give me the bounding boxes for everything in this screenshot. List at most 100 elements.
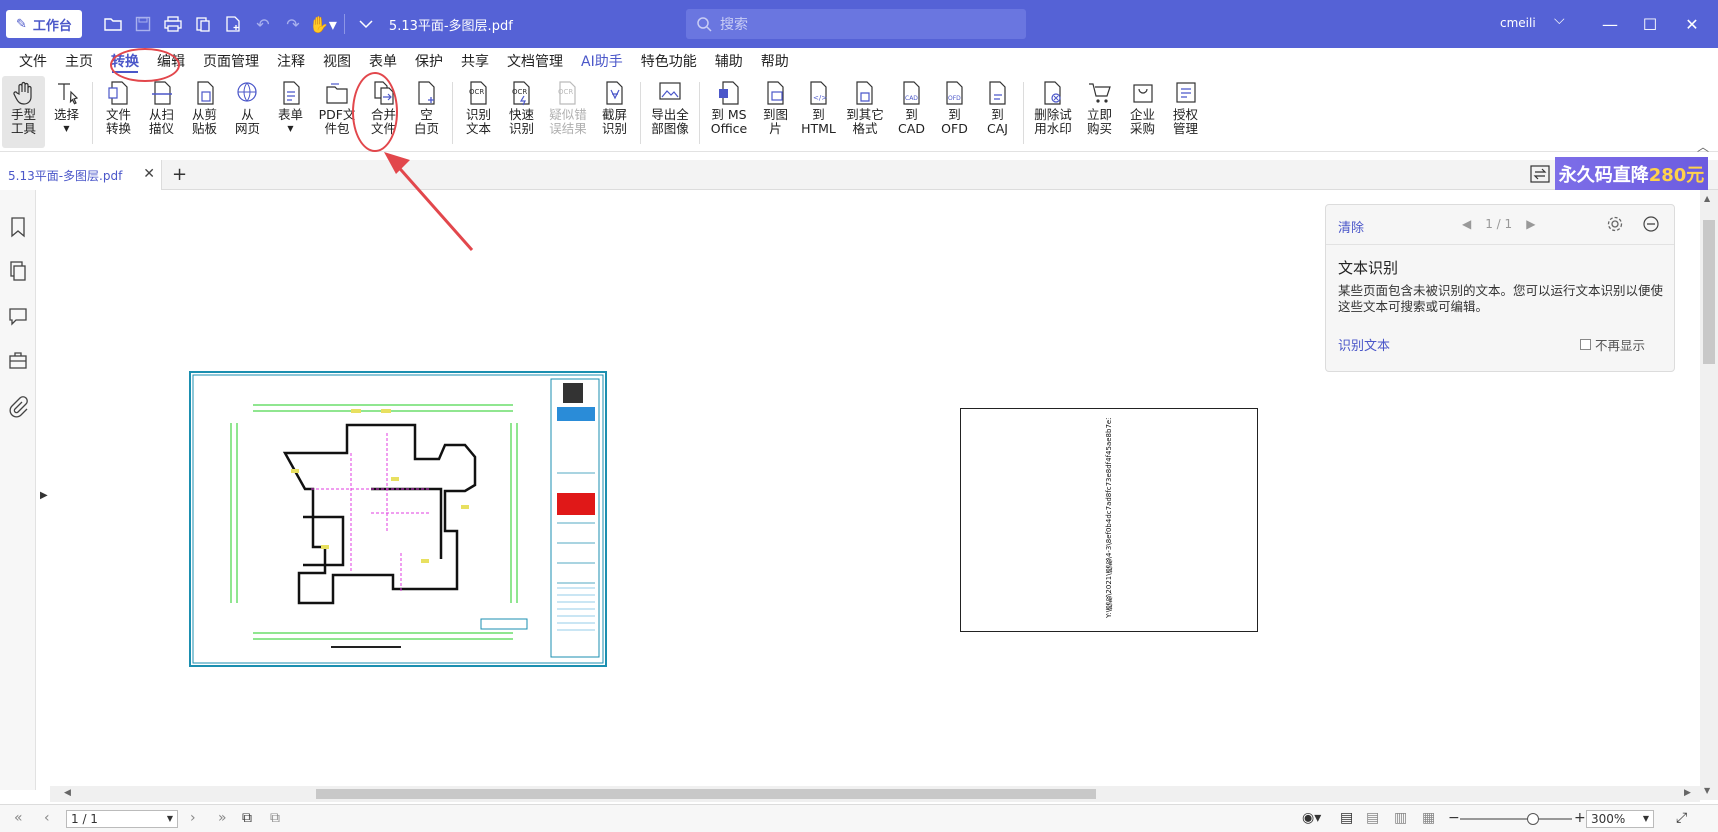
menu-file[interactable]: 文件: [10, 48, 56, 76]
print-icon[interactable]: [158, 0, 188, 48]
suspect-errors-button[interactable]: OCR 疑似错 误结果: [543, 76, 593, 148]
zoom-slider-handle[interactable]: [1527, 813, 1539, 825]
horizontal-scrollbar[interactable]: ◀ ▶: [50, 786, 1700, 802]
to-ms-office-button[interactable]: 到 MS Office: [704, 76, 754, 148]
gear-icon[interactable]: [1606, 215, 1624, 233]
toolbox-icon[interactable]: [8, 350, 28, 372]
dont-show-again-label: 不再显示: [1595, 338, 1646, 353]
continuous-layout-icon[interactable]: ▤: [1366, 810, 1379, 826]
scroll-down-icon[interactable]: ▼: [1704, 786, 1710, 795]
minimize-button[interactable]: —: [1590, 8, 1630, 40]
collapse-ribbon-icon[interactable]: ︿: [1697, 138, 1709, 155]
zoom-level-input[interactable]: 300% ▼: [1586, 810, 1654, 828]
prev-result-icon[interactable]: ◀: [1462, 217, 1471, 231]
page-number-input[interactable]: 1 / 1 ▼: [66, 810, 178, 828]
menu-ai-assistant[interactable]: AI助手: [572, 48, 632, 76]
next-page-icon[interactable]: ›: [190, 810, 196, 826]
horizontal-scroll-thumb[interactable]: [316, 789, 1096, 799]
from-clipboard-button[interactable]: 从剪 贴板: [183, 76, 226, 148]
attachment-icon[interactable]: [8, 396, 28, 418]
facing-continuous-layout-icon[interactable]: ▦: [1422, 810, 1435, 826]
promo-banner[interactable]: 永久码直降 280元: [1555, 157, 1708, 190]
single-page-layout-icon[interactable]: ▤: [1340, 810, 1353, 826]
hand-dropdown-icon[interactable]: ✋▾: [308, 0, 338, 48]
single-page-view-icon[interactable]: ⧉: [242, 810, 252, 826]
collapse-panel-icon[interactable]: [1642, 215, 1660, 233]
dont-show-again-checkbox[interactable]: 不再显示: [1580, 335, 1645, 354]
quick-ocr-button[interactable]: OCR 快速 识别: [500, 76, 543, 148]
continuous-view-icon[interactable]: ⧉: [270, 810, 280, 826]
to-image-button[interactable]: 到图 片: [754, 76, 797, 148]
prev-page-icon[interactable]: ‹: [44, 810, 50, 826]
menu-form[interactable]: 表单: [360, 48, 406, 76]
user-name[interactable]: cmeili: [1500, 16, 1536, 30]
to-ofd-button[interactable]: OFD 到 OFD: [933, 76, 976, 148]
file-convert-button[interactable]: 文件 转换: [97, 76, 140, 148]
to-cad-button[interactable]: CAD 到 CAD: [890, 76, 933, 148]
close-window-button[interactable]: ✕: [1672, 8, 1712, 40]
export-images-button[interactable]: 导出全 部图像: [645, 76, 695, 148]
open-folder-icon[interactable]: [98, 0, 128, 48]
scroll-right-icon[interactable]: ▶: [1684, 788, 1691, 798]
menu-annotate[interactable]: 注释: [268, 48, 314, 76]
switch-view-icon[interactable]: [1530, 164, 1550, 184]
new-doc-icon[interactable]: [218, 0, 248, 48]
checkbox-box[interactable]: [1580, 339, 1591, 350]
first-page-icon[interactable]: «: [14, 810, 23, 826]
facing-layout-icon[interactable]: ▥: [1394, 810, 1407, 826]
menu-page-management[interactable]: 页面管理: [194, 48, 268, 76]
remove-watermark-button[interactable]: 删除试 用水印: [1028, 76, 1078, 148]
from-scanner-button[interactable]: 从扫 描仪: [140, 76, 183, 148]
clear-button[interactable]: 清除: [1338, 217, 1364, 236]
search-box[interactable]: 搜索: [686, 9, 1026, 39]
scroll-up-icon[interactable]: ▲: [1704, 194, 1710, 203]
zoom-out-icon[interactable]: −: [1448, 810, 1460, 826]
save-icon[interactable]: [128, 0, 158, 48]
document-tab[interactable]: 5.13平面-多图层.pdf ✕: [0, 160, 162, 190]
zoom-slider[interactable]: [1460, 818, 1572, 820]
menu-special-features[interactable]: 特色功能: [632, 48, 706, 76]
next-result-icon[interactable]: ▶: [1526, 217, 1535, 231]
fullscreen-icon[interactable]: ⤢: [1676, 810, 1687, 826]
menu-document-management[interactable]: 文档管理: [498, 48, 572, 76]
pages-thumbnail-icon[interactable]: [8, 260, 28, 282]
menu-accessibility[interactable]: 辅助: [706, 48, 752, 76]
menu-view[interactable]: 视图: [314, 48, 360, 76]
vertical-scrollbar[interactable]: ▲ ▼: [1700, 190, 1718, 800]
hand-tool-button[interactable]: 手型 工具: [2, 76, 45, 148]
from-web-button[interactable]: 从 网页: [226, 76, 269, 148]
license-management-button[interactable]: 授权 管理: [1164, 76, 1207, 148]
enterprise-purchase-button[interactable]: 企业 采购: [1121, 76, 1164, 148]
menu-home[interactable]: 主页: [56, 48, 102, 76]
eye-mode-icon[interactable]: ◉▾: [1302, 810, 1321, 826]
last-page-icon[interactable]: »: [218, 810, 227, 826]
screenshot-ocr-button[interactable]: 截屏 识别: [593, 76, 636, 148]
bookmark-icon[interactable]: [8, 216, 28, 238]
undo-icon[interactable]: ↶: [248, 0, 278, 48]
to-html-button[interactable]: </> 到 HTML: [797, 76, 840, 148]
scroll-left-icon[interactable]: ◀: [64, 788, 71, 798]
vertical-scroll-thumb[interactable]: [1703, 220, 1715, 364]
form-button[interactable]: 表单 ▼: [269, 76, 312, 148]
to-caj-button[interactable]: 到 CAJ: [976, 76, 1019, 148]
expand-panel-icon[interactable]: ▶: [40, 490, 48, 501]
workbench-button[interactable]: ✎ 工作台: [6, 10, 82, 38]
new-tab-icon[interactable]: +: [172, 164, 187, 185]
maximize-button[interactable]: ☐: [1630, 8, 1670, 40]
blank-page-button[interactable]: 空 白页: [405, 76, 448, 148]
ocr-text-button[interactable]: OCR 识别 文本: [457, 76, 500, 148]
menu-share[interactable]: 共享: [452, 48, 498, 76]
recognize-text-link[interactable]: 识别文本: [1338, 335, 1390, 354]
menu-help[interactable]: 帮助: [752, 48, 798, 76]
comment-icon[interactable]: [8, 306, 28, 328]
select-tool-button[interactable]: 选择 ▼: [45, 76, 88, 148]
zoom-in-icon[interactable]: +: [1574, 810, 1586, 826]
copy-doc-icon[interactable]: [188, 0, 218, 48]
quick-access-chevron-icon[interactable]: [351, 0, 381, 48]
user-menu-chevron-icon[interactable]: ⌵: [1554, 12, 1565, 28]
to-other-formats-button[interactable]: 到其它 格式: [840, 76, 890, 148]
menu-protect[interactable]: 保护: [406, 48, 452, 76]
redo-icon[interactable]: ↷: [278, 0, 308, 48]
close-tab-icon[interactable]: ✕: [143, 166, 155, 182]
buy-now-button[interactable]: 立即 购买: [1078, 76, 1121, 148]
